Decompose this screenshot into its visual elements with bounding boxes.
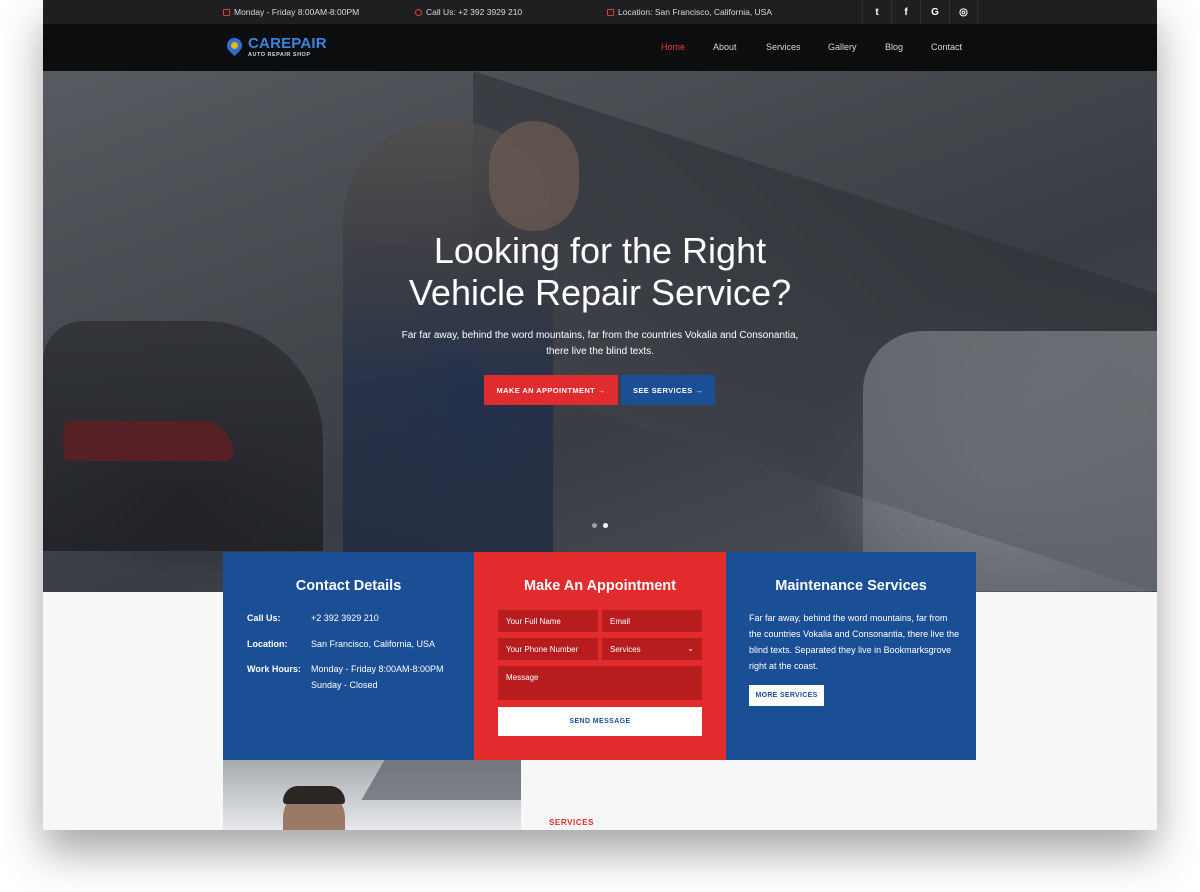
contact-details-panel: Contact Details Call Us: +2 392 3929 210… <box>223 552 474 760</box>
slider-dot-2[interactable] <box>603 523 608 528</box>
location-text: Location: San Francisco, California, USA <box>618 7 773 17</box>
phone-text: Call Us: +2 392 3929 210 <box>426 7 523 17</box>
nav-item-services[interactable]: Services <box>766 42 801 52</box>
maintenance-services-panel: Maintenance Services Far far away, behin… <box>726 552 976 760</box>
nav-item-contact[interactable]: Contact <box>931 42 962 52</box>
send-message-button[interactable]: SEND MESSAGE <box>498 707 702 736</box>
nav-item-gallery[interactable]: Gallery <box>828 42 857 52</box>
calendar-icon <box>223 8 230 16</box>
maintenance-text: Far far away, behind the word mountains,… <box>749 613 960 671</box>
see-services-button[interactable]: SEE SERVICES → <box>621 375 715 405</box>
nav-item-home[interactable]: Home <box>661 42 685 52</box>
hours-label: Work Hours: <box>247 664 301 674</box>
social-links: t f G ◎ <box>862 0 978 24</box>
brand-tagline: AUTO REPAIR SHOP <box>248 52 311 58</box>
top-info-bar: Monday - Friday 8:00AM-8:00PM Call Us: +… <box>43 0 1157 24</box>
contact-details-title: Contact Details <box>295 578 402 594</box>
google-icon[interactable]: G <box>920 0 949 24</box>
facebook-icon[interactable]: f <box>891 0 920 24</box>
call-value: +2 392 3929 210 <box>311 613 379 623</box>
appointment-panel: Make An Appointment Your Full Name Email… <box>474 552 726 760</box>
phone-input[interactable]: Your Phone Number <box>498 638 598 660</box>
maintenance-title: Maintenance Services <box>775 578 927 594</box>
brand-name: CAREPAIR <box>248 35 327 52</box>
hours-text: Monday - Friday 8:00AM-8:00PM <box>234 7 360 17</box>
services-select[interactable]: Services ⌄ <box>602 638 702 660</box>
call-label: Call Us: <box>247 613 281 623</box>
location-value: San Francisco, California, USA <box>311 639 436 649</box>
full-name-input[interactable]: Your Full Name <box>498 610 598 632</box>
main-navbar: CAREPAIR AUTO REPAIR SHOP Home About Ser… <box>43 24 1157 71</box>
appointment-title: Make An Appointment <box>524 578 676 594</box>
message-textarea[interactable]: Message <box>498 666 702 700</box>
slider-dots <box>592 523 608 528</box>
phone-icon <box>415 8 422 16</box>
location-label: Location: <box>247 639 288 649</box>
hero-title-line1: Looking for the Right <box>433 230 767 271</box>
map-icon <box>607 8 614 16</box>
location-info: Location: San Francisco, California, USA <box>607 7 772 17</box>
nav-item-about[interactable]: About <box>713 42 737 52</box>
hours-value-weekdays: Monday - Friday 8:00AM-8:00PM <box>311 664 444 674</box>
chevron-down-icon: ⌄ <box>687 644 694 653</box>
twitter-icon[interactable]: t <box>862 0 891 24</box>
hours-value-sunday: Sunday - Closed <box>311 680 378 690</box>
make-appointment-button[interactable]: MAKE AN APPOINTMENT → <box>484 375 618 405</box>
services-section-label: SERVICES <box>549 818 595 827</box>
hero-slider: Looking for the Right Vehicle Repair Ser… <box>43 71 1157 592</box>
email-input[interactable]: Email <box>602 610 702 632</box>
location-pin-logo-icon <box>223 34 246 58</box>
services-select-value: Services <box>610 645 641 654</box>
slider-dot-1[interactable] <box>592 523 597 528</box>
hours-info: Monday - Friday 8:00AM-8:00PM <box>223 7 359 17</box>
hero-subtitle-line1: Far far away, behind the word mountains,… <box>401 330 799 341</box>
nav-item-blog[interactable]: Blog <box>885 42 903 52</box>
phone-info: Call Us: +2 392 3929 210 <box>415 7 522 17</box>
services-photo <box>223 760 521 830</box>
hero-title-line2: Vehicle Repair Service? <box>408 272 792 313</box>
more-services-button[interactable]: MORE SERVICES <box>749 685 824 706</box>
site-logo[interactable]: CAREPAIR AUTO REPAIR SHOP <box>223 34 327 58</box>
instagram-icon[interactable]: ◎ <box>949 0 978 24</box>
hero-subtitle-line2: there live the blind texts. <box>546 346 654 357</box>
